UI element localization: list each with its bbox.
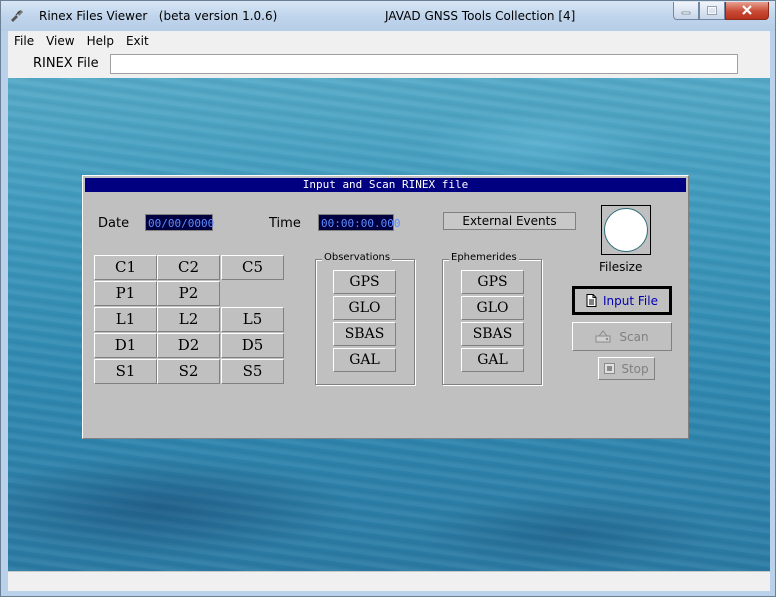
menu-file[interactable]: File — [8, 34, 40, 48]
filesize-circle — [604, 208, 648, 252]
rinex-file-bar: RINEX File — [8, 51, 770, 78]
signal-empty — [221, 281, 284, 306]
workspace-background: Input and Scan RINEX file Date 00/00/000… — [8, 78, 770, 571]
signal-p2: P2 — [157, 281, 220, 306]
input-file-button[interactable]: Input File — [572, 286, 672, 315]
collection-title: JAVAD GNSS Tools Collection [4] — [385, 9, 576, 23]
filesize-indicator — [601, 205, 651, 255]
eph-gal: GAL — [461, 348, 524, 372]
signal-c1: C1 — [94, 255, 157, 280]
obs-gps: GPS — [333, 270, 396, 294]
stop-label: Stop — [621, 361, 649, 376]
panel-title[interactable]: Input and Scan RINEX file — [85, 178, 686, 192]
minimize-button[interactable] — [673, 2, 699, 20]
ephemerides-group: Ephemerides GPS GLO SBAS GAL — [442, 252, 542, 385]
date-label: Date — [98, 216, 130, 231]
close-icon — [741, 4, 753, 18]
filesize-label: Filesize — [599, 260, 643, 274]
signal-s2: S2 — [157, 359, 220, 384]
observations-title: Observations — [322, 252, 393, 263]
app-version: (beta version 1.0.6) — [158, 9, 278, 23]
observations-group: Observations GPS GLO SBAS GAL — [315, 252, 415, 385]
signal-d1: D1 — [94, 333, 157, 358]
status-bar — [8, 571, 770, 591]
rinex-file-input[interactable] — [110, 54, 738, 74]
menu-view[interactable]: View — [40, 34, 80, 48]
minimize-icon — [681, 4, 691, 18]
scan-label: Scan — [619, 329, 649, 344]
scan-button[interactable]: Scan — [572, 322, 672, 351]
scanner-icon — [595, 329, 613, 344]
obs-gal: GAL — [333, 348, 396, 372]
external-events-label: External Events — [443, 212, 576, 230]
close-button[interactable] — [725, 2, 769, 20]
signal-s5: S5 — [221, 359, 284, 384]
eph-sbas: SBAS — [461, 322, 524, 346]
window-controls — [673, 2, 769, 20]
title-bar[interactable]: Rinex Files Viewer (beta version 1.0.6) … — [1, 1, 775, 31]
ephemerides-title: Ephemerides — [449, 252, 519, 263]
rinex-file-label: RINEX File — [33, 56, 99, 71]
signal-s1: S1 — [94, 359, 157, 384]
maximize-button[interactable] — [699, 2, 725, 20]
menu-help[interactable]: Help — [81, 34, 120, 48]
obs-sbas: SBAS — [333, 322, 396, 346]
input-scan-panel: Input and Scan RINEX file Date 00/00/000… — [82, 175, 689, 439]
window-title: Rinex Files Viewer (beta version 1.0.6) — [39, 9, 277, 23]
time-display: 00:00:00.000 — [318, 214, 400, 231]
time-label: Time — [269, 216, 301, 231]
eph-glo: GLO — [461, 296, 524, 320]
date-display: 00/00/0000 — [145, 214, 214, 231]
eph-gps: GPS — [461, 270, 524, 294]
obs-glo: GLO — [333, 296, 396, 320]
app-window: Rinex Files Viewer (beta version 1.0.6) … — [0, 0, 776, 597]
stop-button[interactable]: Stop — [598, 357, 655, 380]
signal-d5: D5 — [221, 333, 284, 358]
maximize-icon — [707, 4, 717, 18]
document-icon — [586, 294, 597, 307]
app-name: Rinex Files Viewer — [39, 9, 148, 23]
stop-icon — [604, 363, 616, 374]
signal-d2: D2 — [157, 333, 220, 358]
satellite-icon[interactable] — [9, 8, 25, 24]
signal-l2: L2 — [157, 307, 220, 332]
signal-c5: C5 — [221, 255, 284, 280]
signal-l1: L1 — [94, 307, 157, 332]
signal-p1: P1 — [94, 281, 157, 306]
signal-c2: C2 — [157, 255, 220, 280]
signal-l5: L5 — [221, 307, 284, 332]
menu-exit[interactable]: Exit — [120, 34, 155, 48]
menu-bar: File View Help Exit — [8, 31, 770, 51]
input-file-label: Input File — [603, 293, 658, 308]
